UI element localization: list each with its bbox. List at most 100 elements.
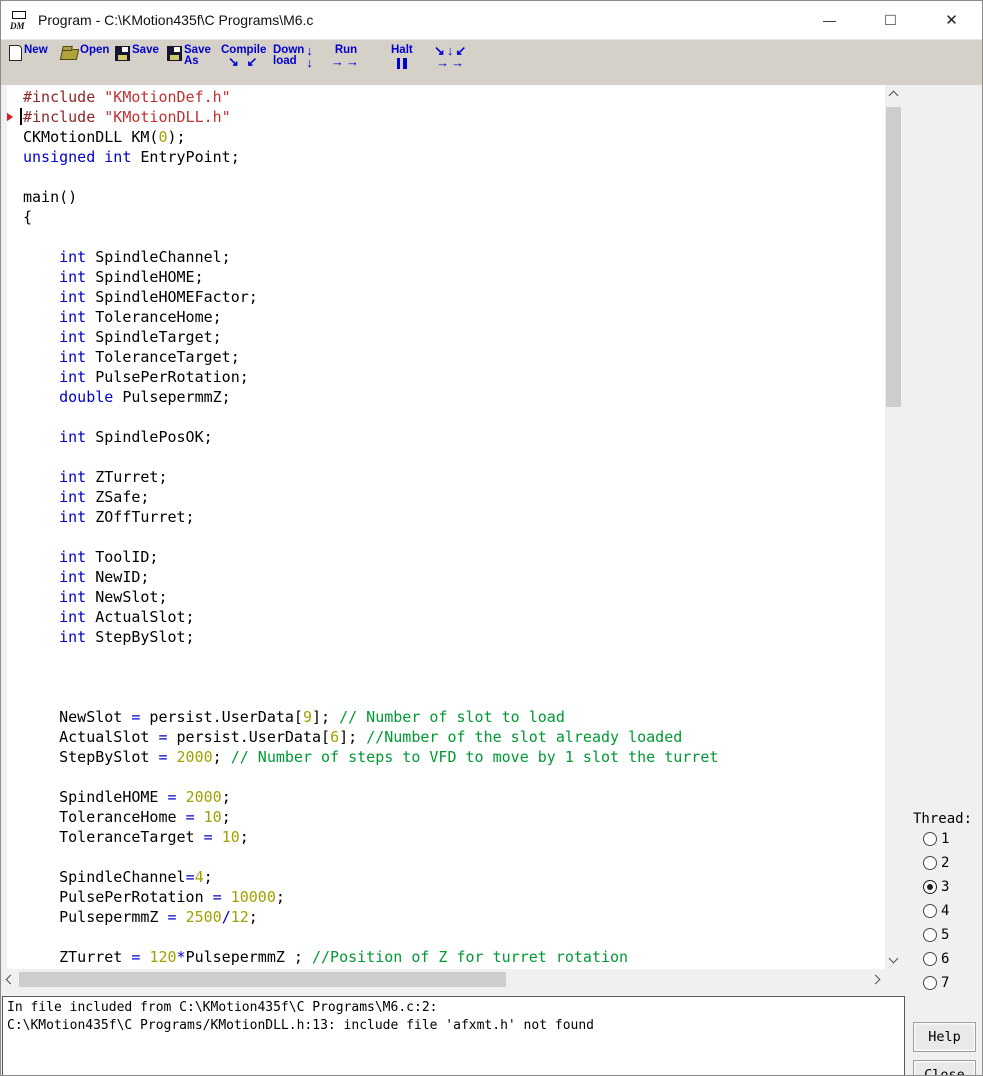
thread-radio-5[interactable]: 5 xyxy=(906,923,982,947)
code-line: int SpindleChannel; xyxy=(23,247,885,267)
code-line: int NewSlot; xyxy=(23,587,885,607)
compile-button[interactable]: Compile↘ ↙ xyxy=(221,45,266,68)
code-line: main() xyxy=(23,187,885,207)
arrows-icon: ↘ ↙ xyxy=(228,56,259,68)
thread-radio-label: 7 xyxy=(941,975,949,991)
thread-radio-3[interactable]: 3 xyxy=(906,875,982,899)
code-line xyxy=(23,167,885,187)
code-line xyxy=(23,767,885,787)
console-line: C:\KMotion435f\C Programs/KMotionDLL.h:1… xyxy=(7,1017,900,1035)
code-line: int SpindlePosOK; xyxy=(23,427,885,447)
thread-radio-1[interactable]: 1 xyxy=(906,827,982,851)
arrows-icon: →→ xyxy=(331,56,361,68)
down-arrows-icon: ↓↓ xyxy=(306,45,313,69)
scroll-right-icon[interactable] xyxy=(871,975,881,985)
code-line: int ToleranceTarget; xyxy=(23,347,885,367)
horizontal-scroll-thumb[interactable] xyxy=(19,972,506,987)
save-button[interactable]: Save xyxy=(115,45,159,61)
folder-icon xyxy=(60,49,79,60)
code-line xyxy=(23,527,885,547)
open-label: Open xyxy=(80,45,109,56)
floppy-icon xyxy=(167,46,182,61)
maximize-button[interactable]: □ xyxy=(860,1,921,39)
thread-radio-label: 3 xyxy=(941,879,949,895)
code-line: int NewID; xyxy=(23,567,885,587)
program-editor-window: DM Program - C:\KMotion435f\C Programs\M… xyxy=(0,0,983,1076)
code-line xyxy=(23,407,885,427)
vertical-scroll-thumb[interactable] xyxy=(886,107,901,407)
code-line: StepBySlot = 2000; // Number of steps to… xyxy=(23,747,885,767)
thread-radio-label: 6 xyxy=(941,951,949,967)
toolbar: New Open Save SaveAs Compile↘ ↙ Download↓↓ Run… xyxy=(1,39,982,85)
code-line: int ZOffTurret; xyxy=(23,507,885,527)
close-button[interactable]: Close xyxy=(913,1060,976,1076)
code-line: ToleranceTarget = 10; xyxy=(23,827,885,847)
thread-radio-group: 1 2 3 4 5 6 7 xyxy=(906,827,982,995)
close-window-button[interactable]: ✕ xyxy=(921,1,982,39)
new-button[interactable]: New xyxy=(9,45,48,61)
code-line: NewSlot = persist.UserData[9]; // Number… xyxy=(23,707,885,727)
compiler-output-console: In file included from C:\KMotion435f\C P… xyxy=(2,996,905,1076)
radio-icon xyxy=(923,832,937,846)
current-line-marker-icon xyxy=(7,110,13,124)
vertical-scrollbar[interactable] xyxy=(885,85,902,969)
save-as-label: SaveAs xyxy=(184,45,211,67)
code-line xyxy=(23,927,885,947)
scroll-down-icon[interactable] xyxy=(889,954,899,964)
thread-radio-4[interactable]: 4 xyxy=(906,899,982,923)
code-line: { xyxy=(23,207,885,227)
code-line: ZTurret = 120*PulsepermmZ ; //Position o… xyxy=(23,947,885,967)
thread-radio-7[interactable]: 7 xyxy=(906,971,982,995)
thread-radio-2[interactable]: 2 xyxy=(906,851,982,875)
download-label: Download xyxy=(273,45,304,67)
halt-label: Halt xyxy=(391,45,413,56)
console-line: In file included from C:\KMotion435f\C P… xyxy=(7,999,900,1017)
code-line xyxy=(23,687,885,707)
code-line: int SpindleTarget; xyxy=(23,327,885,347)
halt-button[interactable]: Halt xyxy=(391,45,413,69)
code-line: int ActualSlot; xyxy=(23,607,885,627)
radio-icon xyxy=(923,880,937,894)
thread-radio-label: 4 xyxy=(941,903,949,919)
minimize-button[interactable]: — xyxy=(799,1,860,39)
title-bar: DM Program - C:\KMotion435f\C Programs\M… xyxy=(1,1,982,39)
run-button[interactable]: Run→→ xyxy=(331,45,361,68)
horizontal-scrollbar[interactable] xyxy=(1,971,885,988)
text-caret xyxy=(20,108,22,125)
code-line xyxy=(23,447,885,467)
new-label: New xyxy=(24,45,48,56)
scroll-up-icon[interactable] xyxy=(889,91,899,101)
page-icon xyxy=(9,45,22,61)
code-line: ToleranceHome = 10; xyxy=(23,807,885,827)
code-line: int SpindleHOMEFactor; xyxy=(23,287,885,307)
code-line xyxy=(23,227,885,247)
scroll-left-icon[interactable] xyxy=(6,975,16,985)
help-button[interactable]: Help xyxy=(913,1022,976,1052)
compile-download-run-button[interactable]: ↘↓↙→→ xyxy=(434,45,468,69)
code-editor[interactable]: #include "KMotionDef.h"#include "KMotion… xyxy=(7,85,885,969)
radio-icon xyxy=(923,904,937,918)
thread-panel: Thread: 1 2 3 4 5 6 7 xyxy=(906,811,982,995)
code-line: SpindleChannel=4; xyxy=(23,867,885,887)
thread-radio-label: 2 xyxy=(941,855,949,871)
code-line: int PulsePerRotation; xyxy=(23,367,885,387)
code-line: #include "KMotionDLL.h" xyxy=(23,107,885,127)
code-line: PulsePerRotation = 10000; xyxy=(23,887,885,907)
thread-label: Thread: xyxy=(906,811,982,827)
code-line: int ToolID; xyxy=(23,547,885,567)
code-line: unsigned int EntryPoint; xyxy=(23,147,885,167)
code-line: int StepBySlot; xyxy=(23,627,885,647)
floppy-icon xyxy=(115,46,130,61)
thread-radio-label: 1 xyxy=(941,831,949,847)
download-button[interactable]: Download↓↓ xyxy=(273,45,313,69)
save-as-button[interactable]: SaveAs xyxy=(167,45,211,67)
radio-icon xyxy=(923,856,937,870)
thread-radio-6[interactable]: 6 xyxy=(906,947,982,971)
save-label: Save xyxy=(132,45,159,56)
open-button[interactable]: Open xyxy=(61,45,109,60)
window-title: Program - C:\KMotion435f\C Programs\M6.c xyxy=(38,12,313,28)
code-line: CKMotionDLL KM(0); xyxy=(23,127,885,147)
code-line: int SpindleHOME; xyxy=(23,267,885,287)
code-line: int ZSafe; xyxy=(23,487,885,507)
code-line xyxy=(23,647,885,667)
